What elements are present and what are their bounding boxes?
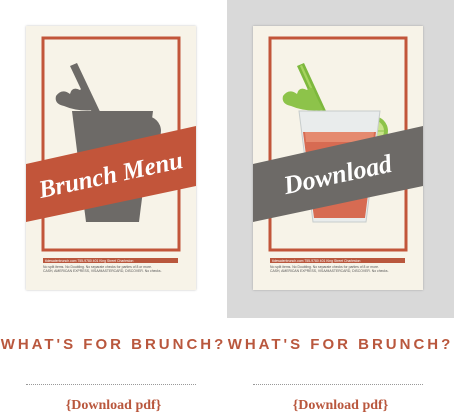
dotted-divider [253, 384, 423, 385]
dotted-divider [26, 384, 196, 385]
poster-footer-contact: tidewaterbrunch.com 755-9780 401 King St… [45, 258, 134, 263]
card-title: WHAT'S FOR BRUNCH? [0, 336, 227, 353]
poster-footer-payment: CASH, AMERICAN EXPRESS, VISA/MASTERCARD,… [270, 269, 389, 273]
menu-card-brunch: Brunch Menu tidewaterbrunch.com 755-9780… [0, 0, 227, 417]
poster-artwork: Brunch Menu [26, 36, 196, 252]
menu-card-download: Download tidewaterbrunch.com 755-9780 40… [227, 0, 454, 417]
poster-footer-payment: CASH, AMERICAN EXPRESS, VISA/MASTERCARD,… [43, 269, 162, 273]
download-poster[interactable]: Download tidewaterbrunch.com 755-9780 40… [253, 26, 423, 290]
brunch-menu-poster[interactable]: Brunch Menu tidewaterbrunch.com 755-9780… [26, 26, 196, 290]
download-pdf-link[interactable]: {Download pdf} [227, 398, 454, 414]
poster-footer-bar: tidewaterbrunch.com 755-9780 401 King St… [270, 258, 405, 263]
download-pdf-link[interactable]: {Download pdf} [0, 398, 227, 414]
card-title: WHAT'S FOR BRUNCH? [227, 336, 454, 353]
poster-footer-contact: tidewaterbrunch.com 755-9780 401 King St… [272, 258, 361, 263]
poster-footer-bar: tidewaterbrunch.com 755-9780 401 King St… [43, 258, 178, 263]
poster-artwork-color: Download [253, 36, 423, 252]
